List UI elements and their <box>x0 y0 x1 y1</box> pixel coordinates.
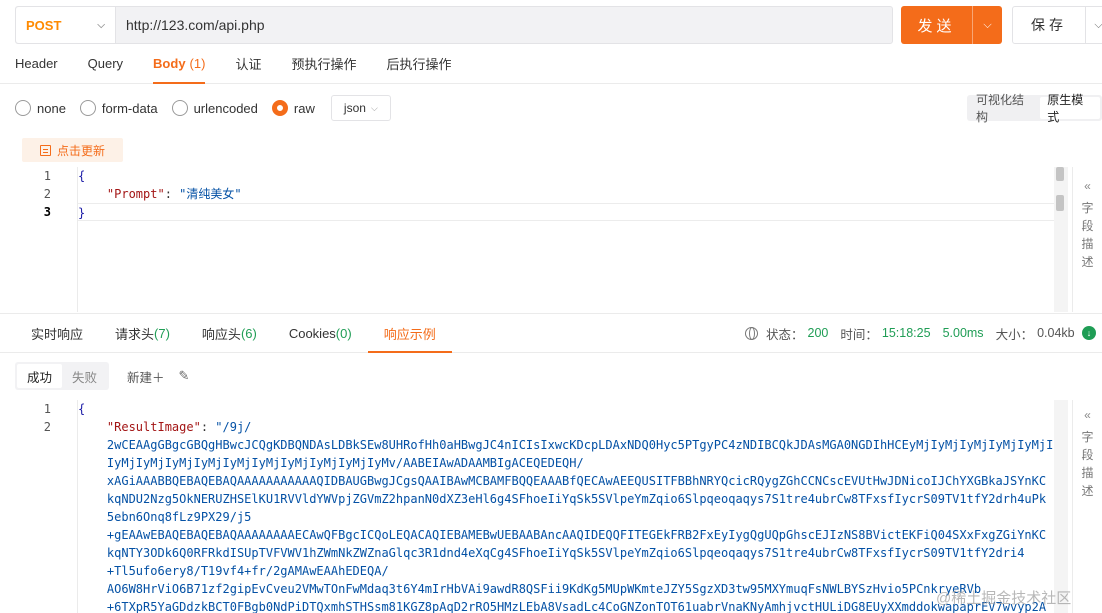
request-body-editor[interactable]: 1 2 3 { "Prompt": "清纯美女" } <box>0 167 1068 312</box>
watermark: @稀土掘金技术社区 <box>936 590 1072 607</box>
radio-raw[interactable]: raw <box>271 100 315 116</box>
example-success[interactable]: 成功 <box>17 364 63 388</box>
body-count: (1) <box>189 56 206 71</box>
new-example-button[interactable]: 新建＋ <box>127 367 165 386</box>
save-dropdown-chevron-icon[interactable]: ⌵ <box>1085 7 1102 43</box>
tab-body[interactable]: Body (1) <box>138 44 220 84</box>
line-gutter: 1 2 3 <box>0 167 78 312</box>
response-size: 0.04kb <box>1037 326 1075 340</box>
response-time: 15:18:25 <box>881 326 931 340</box>
radio-urlencoded[interactable]: urlencoded <box>171 100 258 116</box>
save-button[interactable]: 保存 ⌵ <box>1012 6 1102 44</box>
tab-request-headers[interactable]: 请求头 (7) <box>99 314 186 352</box>
edit-icon[interactable]: ✎ <box>179 368 190 384</box>
editor-scrollbar[interactable] <box>1054 167 1068 312</box>
code-area[interactable]: { "ResultImage": "/9j/ 2wCEAAgGBgcGBQgHB… <box>78 400 1054 613</box>
tab-query[interactable]: Query <box>73 44 138 83</box>
tab-post-request[interactable]: 后执行操作 <box>371 44 466 83</box>
double-chevron-left-icon[interactable]: « <box>1084 179 1091 193</box>
double-chevron-left-icon[interactable]: « <box>1084 408 1091 422</box>
send-button[interactable]: 发送 ⌵ <box>901 6 1002 44</box>
status-code: 200 <box>807 326 829 340</box>
view-mode-toggle: 可视化结构 原生模式 <box>967 93 1102 124</box>
response-status: 状态： 200 时间： 15:18:25 5.00ms 大小： 0.04kb <box>745 313 1075 353</box>
update-button[interactable]: 点击更新 <box>22 138 123 162</box>
url-bar: POST ⌵ <box>15 6 893 44</box>
editor-scrollbar[interactable] <box>1054 400 1068 613</box>
send-dropdown-chevron-icon[interactable]: ⌵ <box>972 6 1002 44</box>
field-description-panel[interactable]: « 字 段 描 述 <box>1072 167 1102 312</box>
download-icon[interactable]: ↓ <box>1082 326 1096 340</box>
chevron-down-icon: ⌵ <box>370 102 378 113</box>
save-label: 保存 <box>1031 17 1067 33</box>
tab-auth[interactable]: 认证 <box>220 44 276 83</box>
radio-none[interactable]: none <box>15 100 66 116</box>
view-mode-raw[interactable]: 原生模式 <box>1040 93 1100 124</box>
example-failure[interactable]: 失败 <box>62 364 107 388</box>
tab-response-example[interactable]: 响应示例 <box>367 314 452 353</box>
view-mode-visual[interactable]: 可视化结构 <box>969 93 1040 124</box>
chevron-down-icon: ⌵ <box>97 19 105 31</box>
response-duration: 5.00ms <box>942 326 984 340</box>
example-toolbar: 成功 失败 新建＋ ✎ <box>15 362 189 390</box>
radio-form-data[interactable]: form-data <box>79 100 158 116</box>
method-select[interactable]: POST ⌵ <box>16 7 116 43</box>
request-tabs: Header Query Body (1) 认证 预执行操作 后执行操作 <box>0 44 1102 84</box>
globe-icon <box>745 326 758 340</box>
code-area[interactable]: { "Prompt": "清纯美女" } <box>78 167 1054 312</box>
format-select[interactable]: json ⌵ <box>330 95 391 121</box>
tab-pre-request[interactable]: 预执行操作 <box>276 44 371 83</box>
tab-live-response[interactable]: 实时响应 <box>15 314 99 352</box>
document-icon <box>39 144 51 156</box>
method-label: POST <box>26 17 62 33</box>
response-body-editor[interactable]: 1 2 { "ResultImage": "/9j/ 2wCEAAgGBgcGB… <box>0 400 1068 613</box>
tab-header[interactable]: Header <box>15 44 73 83</box>
field-description-panel[interactable]: « 字 段 描 述 <box>1072 400 1102 613</box>
tab-cookies[interactable]: Cookies (0) <box>273 314 368 352</box>
example-status-toggle: 成功 失败 <box>15 362 110 390</box>
line-gutter: 1 2 <box>0 400 78 613</box>
send-label: 发送 <box>917 17 956 35</box>
url-input[interactable] <box>116 7 892 43</box>
tab-response-headers[interactable]: 响应头 (6) <box>186 314 273 352</box>
body-type-row: none form-data urlencoded raw json ⌵ <box>15 94 391 122</box>
